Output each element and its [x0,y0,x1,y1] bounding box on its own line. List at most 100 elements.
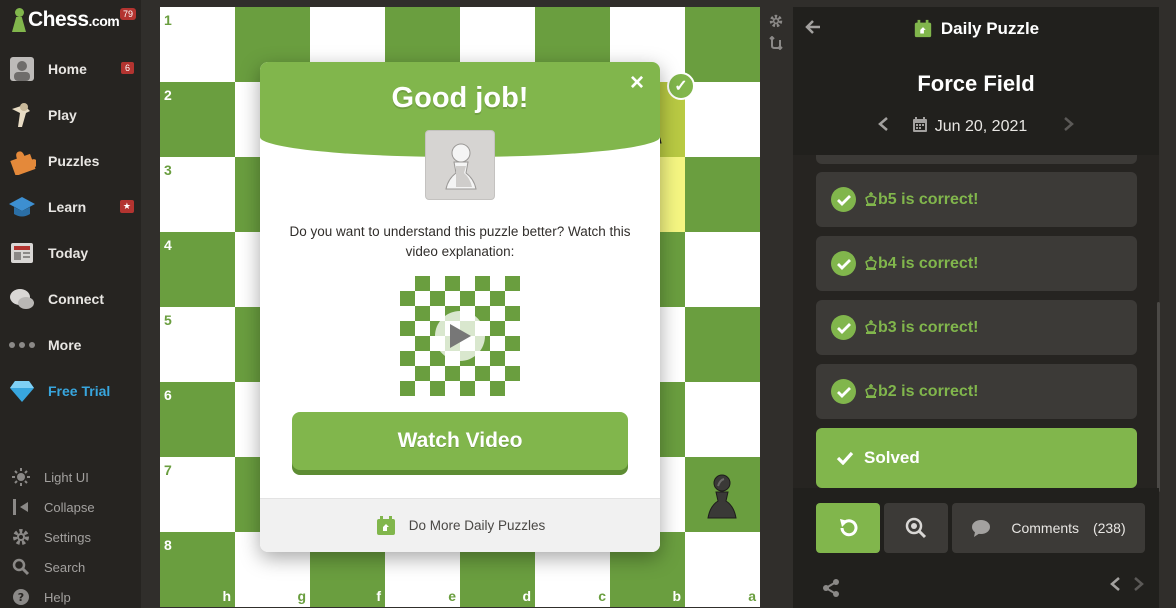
daily-puzzle-icon [376,515,395,535]
analysis-button[interactable] [884,503,948,553]
panel-actions: Comments (238) [793,488,1159,608]
king-icon [865,192,877,206]
thumb-square [505,306,520,321]
sidebar-item-settings[interactable]: Settings [0,522,141,552]
board-square-h8[interactable]: 8h [160,532,235,607]
daily-puzzle-title: Daily Puzzle [793,19,1159,39]
play-video-icon[interactable] [435,311,485,361]
file-label: e [448,588,456,604]
board-square-a8[interactable]: a [685,532,760,607]
check-circle-icon [831,379,856,404]
watch-video-button[interactable]: Watch Video [292,412,628,470]
comments-label: Comments (238) [1011,520,1126,536]
board-square-a1[interactable] [685,7,760,82]
scrollbar[interactable] [1157,302,1160,492]
board-square-a4[interactable] [685,232,760,307]
sidebar-item-collapse[interactable]: Collapse [0,492,141,522]
board-square-a3[interactable] [685,157,760,232]
modal-title: Good job! [391,82,529,114]
checkmark-icon [836,451,854,465]
board-square-a6[interactable] [685,382,760,457]
board-square-a7[interactable] [685,457,760,532]
solved-banner: Solved [816,428,1137,488]
thumb-square [460,291,475,306]
board-square-h2[interactable]: 2 [160,82,235,157]
king-icon [865,256,877,270]
king-icon [865,384,877,398]
chat-bubbles-icon [8,285,36,313]
thumb-square [490,381,505,396]
thumb-square [475,276,490,291]
black-pawn-piece[interactable] [702,472,742,522]
thumb-square [460,276,475,291]
retry-button[interactable] [816,503,880,553]
move-card: b2 is correct! [816,364,1137,419]
rank-label: 2 [164,87,172,103]
sidebar-bottom-label: Search [44,559,86,575]
sidebar-bottom-label: Collapse [44,499,95,515]
thumb-square [415,306,430,321]
board-square-a5[interactable] [685,307,760,382]
share-icon[interactable] [821,578,841,603]
board-square-h6[interactable]: 6 [160,382,235,457]
move-nav-arrows [1109,576,1145,597]
home-badge: 6 [121,62,134,74]
thumb-square [430,381,445,396]
board-square-h5[interactable]: 5 [160,307,235,382]
sidebar-item-more[interactable]: More [0,322,141,368]
chevron-right-icon[interactable] [1063,115,1075,138]
avatar-icon [8,55,36,83]
comments-button[interactable]: Comments (238) [952,503,1145,553]
chevron-left-icon[interactable] [877,115,889,138]
board-square-h3[interactable]: 3 [160,157,235,232]
sidebar-item-help[interactable]: ? Help [0,582,141,608]
daily-puzzle-label: Daily Puzzle [940,19,1040,38]
close-button[interactable]: × [626,71,648,95]
sidebar-item-search[interactable]: Search [0,552,141,582]
chess-logo[interactable]: Chess.com [12,6,120,34]
thumb-square [400,381,415,396]
thumb-square [445,276,460,291]
board-square-h7[interactable]: 7 [160,457,235,532]
thumb-square [445,381,460,396]
rank-label: 6 [164,387,172,403]
puzzle-name: Force Field [917,71,1035,96]
thumb-square [430,366,445,381]
thumb-square [505,291,520,306]
file-label: a [748,588,756,604]
footer-link-label: Do More Daily Puzzles [408,518,546,533]
previous-move-icon[interactable] [1109,576,1121,597]
sidebar-bottom-label: Help [44,589,71,605]
sidebar-item-puzzles[interactable]: Puzzles [0,138,141,184]
rank-label: 3 [164,162,172,178]
pawn-logo-icon [12,8,26,32]
board-square-a2[interactable] [685,82,760,157]
sidebar-item-today[interactable]: Today [0,230,141,276]
thumb-square [505,381,520,396]
sidebar-item-label: Play [48,107,77,123]
file-label: d [522,588,531,604]
thumb-square [415,381,430,396]
sidebar-item-light-ui[interactable]: Light UI [0,462,141,492]
graduation-cap-icon [8,193,36,221]
board-square-h4[interactable]: 4 [160,232,235,307]
rank-label: 8 [164,537,172,553]
rank-label: 7 [164,462,172,478]
sidebar-item-connect[interactable]: Connect [0,276,141,322]
sidebar-item-free-trial[interactable]: Free Trial [0,368,141,414]
rank-label: 4 [164,237,172,253]
modal-description: Do you want to understand this puzzle be… [289,224,631,259]
file-label: f [376,588,381,604]
puzzle-icon [8,147,36,175]
sidebar-item-home[interactable]: Home 6 [0,46,141,92]
notification-badge[interactable]: 79 [120,8,137,20]
diamond-icon [8,377,36,405]
more-puzzles-link[interactable]: Do More Daily Puzzles [260,498,660,552]
thumb-square [415,366,430,381]
board-settings-gear-icon[interactable] [765,10,787,32]
sidebar-item-play[interactable]: Play [0,92,141,138]
next-move-icon[interactable] [1133,576,1145,597]
board-square-h1[interactable]: 1 [160,7,235,82]
flip-board-icon[interactable] [765,32,787,54]
sidebar-item-learn[interactable]: Learn ★ [0,184,141,230]
